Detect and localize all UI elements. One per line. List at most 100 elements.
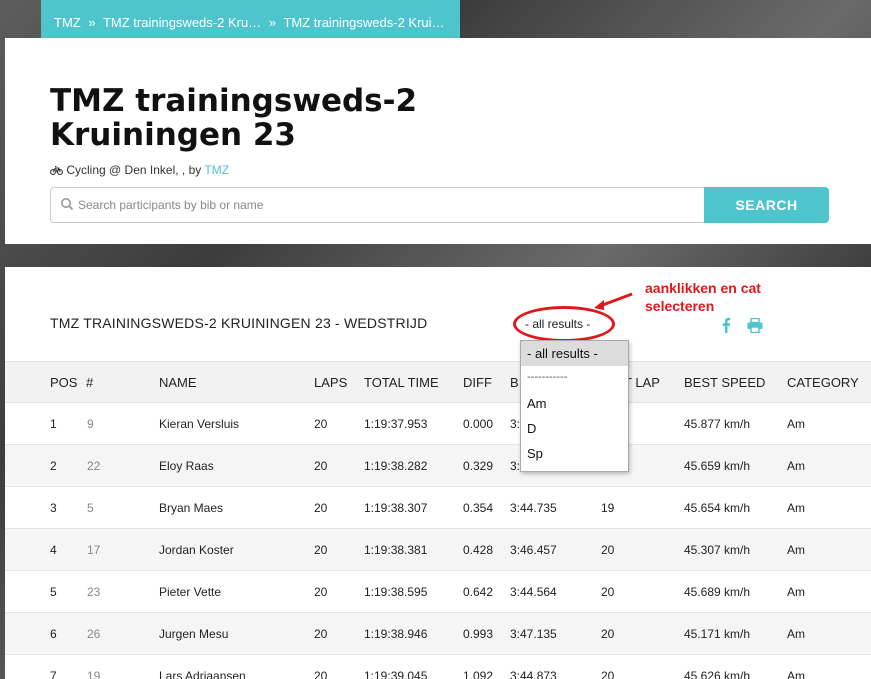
print-icon[interactable] — [747, 318, 763, 333]
cell-laps: 20 — [314, 585, 328, 599]
cell-category: Am — [787, 459, 805, 473]
cell-best-lap-no: 20 — [601, 585, 615, 599]
column-header-bib[interactable]: # — [86, 375, 93, 390]
cell-name[interactable]: Jurgen Mesu — [159, 627, 228, 641]
breadcrumb-item-home[interactable]: TMZ — [54, 15, 81, 30]
cell-best-speed: 45.659 km/h — [684, 459, 751, 473]
page-title: TMZ trainingsweds-2 Kruiningen 23 — [50, 84, 470, 152]
cell-laps: 20 — [314, 417, 328, 431]
annotation-line1: aanklikken en cat — [645, 280, 761, 296]
cell-bib: 26 — [87, 627, 101, 641]
search-button[interactable]: SEARCH — [704, 187, 829, 223]
column-header-name[interactable]: NAME — [159, 375, 197, 390]
breadcrumb-item-race[interactable]: TMZ trainingsweds-2 Krui… — [283, 15, 444, 30]
cell-pos: 4 — [50, 543, 57, 557]
breadcrumb-item-event[interactable]: TMZ trainingsweds-2 Kru… — [103, 15, 261, 30]
cell-best-lap-no: 19 — [601, 501, 615, 515]
cell-category: Am — [787, 543, 805, 557]
page-title-line1: TMZ trainingsweds-2 — [50, 83, 418, 119]
table-row[interactable]: 6 26 Jurgen Mesu 20 1:19:38.946 0.993 3:47.135… — [5, 613, 871, 655]
cell-best-lap: 3:44.873 — [510, 669, 557, 679]
cell-total-time: 1:19:39.045 — [364, 669, 428, 679]
cell-category: Am — [787, 501, 805, 515]
table-row[interactable]: 4 17 Jordan Koster 20 1:19:38.381 0.428 3:46.4… — [5, 529, 871, 571]
results-card: TMZ TRAININGSWEDS-2 KRUININGEN 23 - WEDS… — [5, 267, 871, 679]
cell-diff: 0.993 — [463, 627, 494, 641]
column-header-best-speed[interactable]: BEST SPEED — [684, 375, 765, 390]
cell-best-lap: 3: — [510, 459, 521, 473]
cell-laps: 20 — [314, 543, 328, 557]
cell-diff: 0.354 — [463, 501, 494, 515]
cell-name[interactable]: Eloy Raas — [159, 459, 214, 473]
search-icon — [61, 198, 74, 211]
cell-name[interactable]: Jordan Koster — [159, 543, 234, 557]
column-header-best-lap[interactable]: B — [510, 375, 519, 390]
cell-bib: 22 — [87, 459, 101, 473]
cell-bib: 17 — [87, 543, 101, 557]
column-header-total-time[interactable]: TOTAL TIME — [364, 375, 439, 390]
dropdown-option-separator: ----------- — [527, 371, 568, 383]
column-header-pos[interactable]: POS — [50, 375, 77, 390]
annotation-note: aanklikken en cat selecteren — [645, 279, 761, 315]
race-title: TMZ TRAININGSWEDS-2 KRUININGEN 23 - WEDS… — [50, 315, 428, 331]
cell-pos: 7 — [50, 669, 57, 679]
cell-laps: 20 — [314, 459, 328, 473]
cell-name[interactable]: Bryan Maes — [159, 501, 223, 515]
cell-total-time: 1:19:37.953 — [364, 417, 428, 431]
cell-best-speed: 45.626 km/h — [684, 669, 751, 679]
cell-diff: 1.092 — [463, 669, 494, 679]
cell-best-lap-no: 20 — [601, 627, 615, 641]
column-header-category[interactable]: CATEGORY — [787, 375, 859, 390]
search-input[interactable] — [78, 188, 698, 222]
bicycle-icon — [50, 166, 63, 175]
cell-total-time: 1:19:38.381 — [364, 543, 428, 557]
cell-total-time: 1:19:38.307 — [364, 501, 428, 515]
cell-category: Am — [787, 417, 805, 431]
dropdown-option-am[interactable]: Am — [521, 391, 628, 416]
cell-best-speed: 45.307 km/h — [684, 543, 751, 557]
table-row[interactable]: 2 22 Eloy Raas 20 1:19:38.282 0.329 3: 45.659 k… — [5, 445, 871, 487]
cell-best-speed: 45.171 km/h — [684, 627, 751, 641]
cell-best-speed: 45.877 km/h — [684, 417, 751, 431]
cell-category: Am — [787, 669, 805, 679]
cell-diff: 0.428 — [463, 543, 494, 557]
cell-total-time: 1:19:38.595 — [364, 585, 428, 599]
cell-bib: 9 — [87, 417, 94, 431]
cell-best-speed: 45.654 km/h — [684, 501, 751, 515]
table-row[interactable]: 3 5 Bryan Maes 20 1:19:38.307 0.354 3:44.735 19… — [5, 487, 871, 529]
cell-pos: 3 — [50, 501, 57, 515]
cell-bib: 5 — [87, 501, 94, 515]
dropdown-option-all-results[interactable]: - all results - — [521, 341, 628, 366]
breadcrumb-separator: » — [268, 15, 277, 30]
dropdown-option-sp[interactable]: Sp — [521, 441, 628, 466]
cell-name[interactable]: Lars Adriaansen — [159, 669, 246, 679]
cell-laps: 20 — [314, 501, 328, 515]
column-header-diff[interactable]: DIFF — [463, 375, 492, 390]
cell-total-time: 1:19:38.282 — [364, 459, 428, 473]
organizer-link[interactable]: TMZ — [204, 163, 229, 177]
cell-pos: 6 — [50, 627, 57, 641]
cell-best-lap: 3:44.735 — [510, 501, 557, 515]
page-title-line2: Kruiningen 23 — [50, 117, 296, 153]
cell-best-lap-no: 20 — [601, 543, 615, 557]
table-row[interactable]: 7 19 Lars Adriaansen 20 1:19:39.045 1.092 3:44… — [5, 655, 871, 679]
cell-best-speed: 45.689 km/h — [684, 585, 751, 599]
category-filter-dropdown: - all results - ----------- Am D Sp — [520, 340, 629, 472]
facebook-icon[interactable] — [721, 317, 731, 333]
column-header-best-lap-no[interactable]: T LAP — [624, 375, 660, 390]
table-row[interactable]: 5 23 Pieter Vette 20 1:19:38.595 0.642 3:44.56… — [5, 571, 871, 613]
cell-best-lap: 3:46.457 — [510, 543, 557, 557]
breadcrumb-separator: » — [88, 15, 96, 30]
cell-name[interactable]: Kieran Versluis — [159, 417, 239, 431]
cell-category: Am — [787, 585, 805, 599]
cell-name[interactable]: Pieter Vette — [159, 585, 221, 599]
cell-best-lap-no: 20 — [601, 669, 615, 679]
dropdown-option-d[interactable]: D — [521, 416, 628, 441]
header-card: TMZ trainingsweds-2 Kruiningen 23 Cyclin… — [5, 38, 871, 244]
table-row[interactable]: 1 9 Kieran Versluis 20 1:19:37.953 0.000 3: 45.… — [5, 403, 871, 445]
event-subtitle: Cycling @ Den Inkel, , by TMZ — [50, 163, 229, 177]
cell-best-lap: 3: — [510, 417, 521, 431]
column-header-laps[interactable]: LAPS — [314, 375, 347, 390]
cell-bib: 23 — [87, 585, 101, 599]
subtitle-text: Cycling @ Den Inkel, , by — [66, 163, 202, 177]
